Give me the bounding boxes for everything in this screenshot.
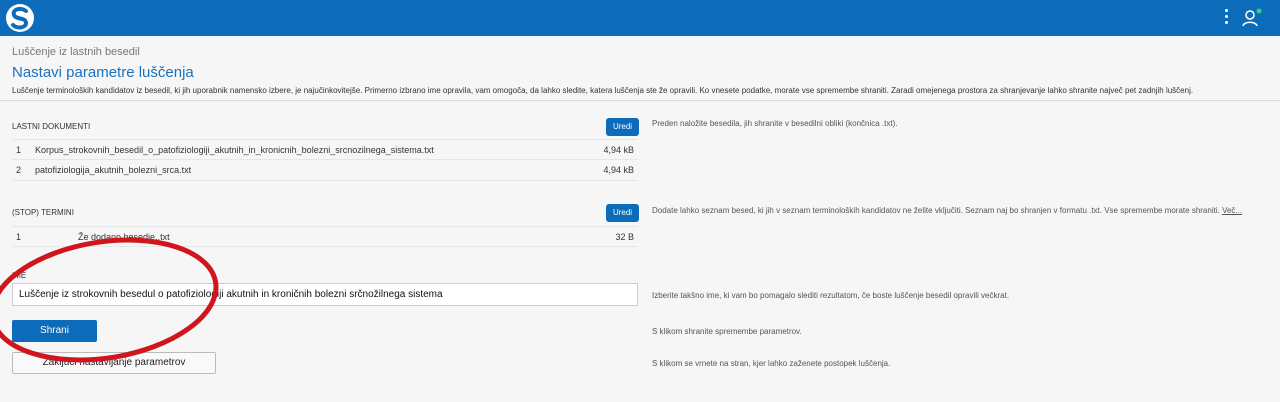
file-name: Korpus_strokovnih_besedil_o_patofiziolog… bbox=[35, 145, 434, 155]
documents-label: LASTNI DOKUMENTI bbox=[12, 122, 91, 131]
stopterms-help: Dodate lahko seznam besed, ki jih v sezn… bbox=[652, 206, 1242, 215]
finish-parameters-button[interactable]: Zaključi nastavljanje parametrov bbox=[12, 352, 216, 374]
breadcrumb: Luščenje iz lastnih besedil bbox=[12, 46, 140, 58]
row-divider bbox=[12, 246, 638, 247]
page-description: Luščenje terminoloških kandidatov iz bes… bbox=[12, 86, 1194, 95]
stopterms-label: (STOP) TERMINI bbox=[12, 208, 74, 217]
name-help: Izberite takšno ime, ki vam bo pomagalo … bbox=[652, 291, 1010, 300]
name-label: IME bbox=[12, 271, 27, 280]
save-button[interactable]: Shrani bbox=[12, 320, 97, 342]
documents-edit-button[interactable]: Uredi bbox=[606, 118, 639, 136]
top-bar bbox=[0, 0, 1280, 36]
save-help: S klikom shranite spremembe parametrov. bbox=[652, 327, 802, 336]
row-number: 1 bbox=[16, 232, 22, 242]
file-size: 32 B bbox=[615, 232, 634, 242]
finish-help: S klikom se vrnete na stran, kjer lahko … bbox=[652, 359, 891, 368]
row-number: 1 bbox=[16, 145, 22, 155]
more-link[interactable]: Več... bbox=[1222, 206, 1242, 215]
table-row: 2 patofiziologija_akutnih_bolezni_srca.t… bbox=[12, 159, 638, 179]
main-content: Luščenje iz lastnih besedil Nastavi para… bbox=[0, 36, 1280, 402]
documents-help: Preden naložite besedila, jih shranite v… bbox=[652, 119, 898, 128]
divider bbox=[0, 100, 1280, 101]
table-row: 1 Že dodano besedje..txt 32 B bbox=[12, 226, 638, 246]
file-size: 4,94 kB bbox=[603, 165, 634, 175]
stopterms-edit-button[interactable]: Uredi bbox=[606, 204, 639, 222]
file-size: 4,94 kB bbox=[603, 145, 634, 155]
name-input[interactable] bbox=[12, 283, 638, 306]
row-divider bbox=[12, 180, 638, 181]
file-name: Že dodano besedje..txt bbox=[78, 232, 170, 242]
kebab-menu-icon[interactable] bbox=[1224, 9, 1230, 27]
stopterms-help-text: Dodate lahko seznam besed, ki jih v sezn… bbox=[652, 206, 1220, 215]
logo-s-icon[interactable] bbox=[4, 3, 36, 33]
table-row: 1 Korpus_strokovnih_besedil_o_patofiziol… bbox=[12, 139, 638, 159]
user-icon[interactable] bbox=[1241, 7, 1263, 29]
file-name: patofiziologija_akutnih_bolezni_srca.txt bbox=[35, 165, 192, 175]
row-number: 2 bbox=[16, 165, 22, 175]
page-title: Nastavi parametre luščenja bbox=[12, 64, 194, 81]
